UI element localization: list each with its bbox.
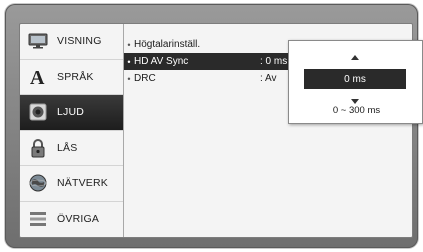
sidebar-item-label: ÖVRIGA: [57, 213, 100, 226]
increase-arrow-icon[interactable]: [351, 55, 359, 60]
lock-icon: [28, 138, 48, 158]
current-value-field[interactable]: 0 ms: [304, 69, 406, 89]
sidebar-item-las[interactable]: LÅS: [20, 131, 123, 166]
language-icon: A: [28, 67, 48, 87]
bullet-icon: •: [127, 73, 131, 84]
sidebar-item-natverk[interactable]: NÄTVERK: [20, 166, 123, 202]
setting-value: : Av: [260, 73, 277, 84]
sidebar-item-label: SPRÅK: [57, 70, 94, 83]
setting-label: DRC: [134, 73, 156, 84]
speaker-icon: [28, 102, 48, 122]
sidebar-item-label: NÄTVERK: [57, 177, 108, 190]
bullet-icon: •: [127, 39, 131, 50]
display-icon: [28, 31, 48, 51]
value-range-label: 0 ~ 300 ms: [332, 105, 381, 116]
bullet-icon: •: [127, 56, 131, 67]
sidebar-item-label: VISNING: [57, 35, 102, 48]
setting-label: Högtalarinställ.: [134, 39, 201, 50]
svg-text:A: A: [30, 67, 45, 87]
setting-label: HD AV Sync: [134, 56, 189, 67]
network-globe-icon: [28, 173, 48, 193]
settings-sidebar: VISNING A SPRÅK LJUD LÅS NÄTVERK ÖVRIGA: [20, 24, 123, 237]
settings-panel: VISNING A SPRÅK LJUD LÅS NÄTVERK ÖVRIGA …: [19, 23, 423, 238]
screen-frame: VISNING A SPRÅK LJUD LÅS NÄTVERK ÖVRIGA …: [5, 4, 423, 248]
sidebar-item-label: LJUD: [57, 106, 85, 119]
sidebar-item-ljud[interactable]: LJUD: [20, 95, 123, 131]
sidebar-item-ovriga[interactable]: ÖVRIGA: [20, 202, 123, 238]
sidebar-item-sprak[interactable]: A SPRÅK: [20, 60, 123, 95]
decrease-arrow-icon[interactable]: [351, 99, 359, 104]
other-settings-icon: [28, 209, 48, 229]
value-picker-popup: 0 ms 0 ~ 300 ms: [288, 40, 423, 124]
setting-value: : 0 ms: [260, 56, 288, 67]
sidebar-item-visning[interactable]: VISNING: [20, 24, 123, 60]
sidebar-item-label: LÅS: [57, 141, 78, 154]
